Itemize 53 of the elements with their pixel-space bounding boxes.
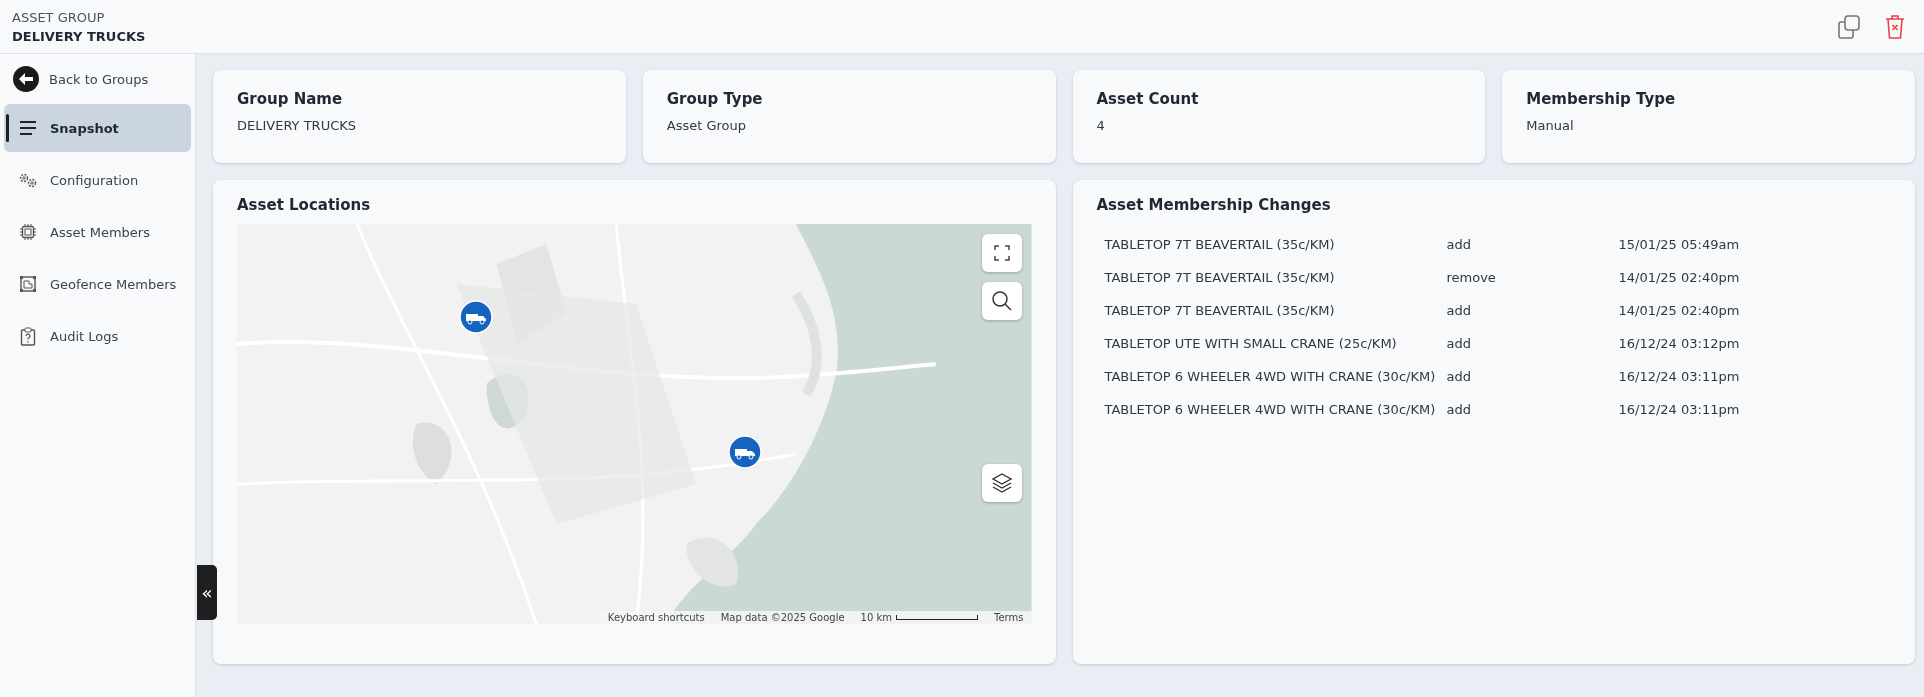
chip-icon bbox=[19, 223, 37, 241]
asset-name: TABLETOP 6 WHEELER 4WD WITH CRANE (30c/KM) bbox=[1104, 368, 1437, 386]
map-attribution: Map data ©2025 Google bbox=[720, 612, 845, 623]
change-time: 14/01/25 02:40pm bbox=[1618, 302, 1741, 320]
change-action: add bbox=[1446, 335, 1472, 353]
change-time: 16/12/24 03:11pm bbox=[1618, 401, 1741, 419]
scale-label: 10 km bbox=[860, 612, 893, 623]
change-action: add bbox=[1446, 368, 1472, 386]
card-label: Asset Count bbox=[1096, 90, 1200, 108]
change-time: 14/01/25 02:40pm bbox=[1618, 269, 1741, 287]
card-value: Manual bbox=[1526, 118, 1575, 133]
asset-name: TABLETOP 7T BEAVERTAIL (35c/KM) bbox=[1104, 269, 1336, 287]
asset-name: TABLETOP UTE WITH SMALL CRANE (25c/KM) bbox=[1104, 335, 1398, 353]
page-subtitle: ASSET GROUP bbox=[12, 9, 106, 25]
menu-icon bbox=[19, 121, 37, 135]
clipboard-icon bbox=[20, 326, 36, 346]
copy-icon[interactable] bbox=[1836, 13, 1862, 40]
change-action: add bbox=[1446, 401, 1472, 419]
change-action: add bbox=[1446, 236, 1472, 254]
back-link[interactable]: Back to Groups bbox=[4, 60, 191, 100]
card-value: DELIVERY TRUCKS bbox=[237, 118, 358, 133]
asset-name: TABLETOP 6 WHEELER 4WD WITH CRANE (30c/KM) bbox=[1104, 401, 1437, 419]
asset-name: TABLETOP 7T BEAVERTAIL (35c/KM) bbox=[1104, 302, 1336, 320]
collapse-button[interactable]: « bbox=[197, 565, 217, 620]
terms-link[interactable]: Terms bbox=[994, 612, 1024, 623]
card-label: Group Type bbox=[666, 90, 764, 108]
change-time: 15/01/25 05:49am bbox=[1618, 236, 1741, 254]
delete-icon[interactable] bbox=[1884, 13, 1906, 40]
gears-icon bbox=[18, 172, 38, 188]
change-time: 16/12/24 03:11pm bbox=[1618, 368, 1741, 386]
page-title: DELIVERY TRUCKS bbox=[12, 28, 146, 44]
sidebar-item[interactable]: Asset Members bbox=[4, 208, 191, 256]
change-action: remove bbox=[1446, 269, 1497, 287]
card-label: Membership Type bbox=[1526, 90, 1677, 108]
card-label: Group Name bbox=[237, 90, 344, 108]
card-title: Asset Locations bbox=[237, 196, 372, 214]
search-icon[interactable] bbox=[981, 282, 1022, 320]
sidebar-item[interactable]: Geofence Members bbox=[4, 260, 191, 308]
sidebar-item[interactable]: Configuration bbox=[4, 156, 191, 204]
sidebar-item[interactable]: Audit Logs bbox=[4, 312, 191, 360]
shortcuts-link[interactable]: Keyboard shortcuts bbox=[607, 612, 705, 623]
card-value: Asset Group bbox=[666, 118, 747, 133]
sidebar-item[interactable]: Snapshot bbox=[4, 104, 191, 152]
truck-marker-icon[interactable] bbox=[459, 300, 493, 334]
change-action: add bbox=[1446, 302, 1472, 320]
truck-marker-icon[interactable] bbox=[728, 435, 762, 469]
fullscreen-icon[interactable] bbox=[981, 234, 1022, 272]
card-title: Asset Membership Changes bbox=[1096, 196, 1332, 214]
asset-name: TABLETOP 7T BEAVERTAIL (35c/KM) bbox=[1104, 236, 1336, 254]
geofence-icon bbox=[19, 275, 37, 293]
card-value: 4 bbox=[1096, 118, 1106, 133]
change-time: 16/12/24 03:12pm bbox=[1618, 335, 1741, 353]
layers-icon[interactable] bbox=[981, 464, 1022, 502]
